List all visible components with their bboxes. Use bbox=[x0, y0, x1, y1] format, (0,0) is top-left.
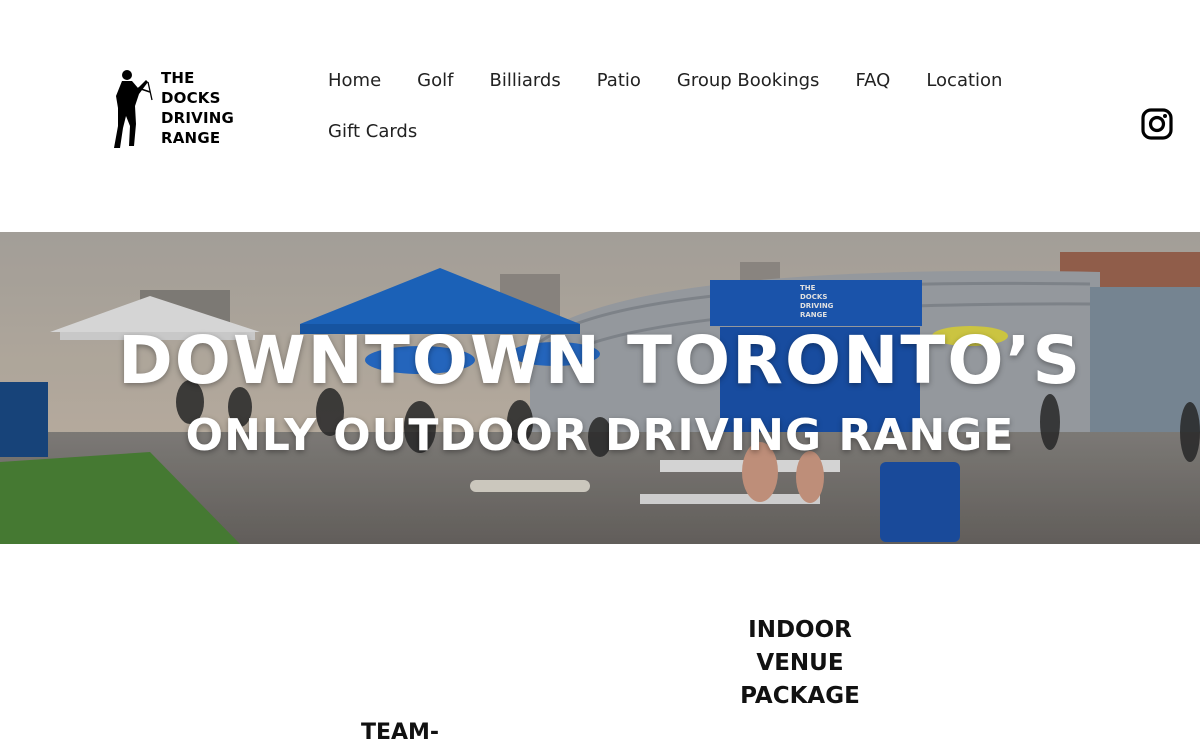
title-line: PACKAGE bbox=[740, 683, 860, 709]
logo-line: RANGE bbox=[161, 129, 221, 147]
nav-faq[interactable]: FAQ bbox=[855, 70, 890, 91]
hero-subheadline: ONLY OUTDOOR DRIVING RANGE bbox=[185, 410, 1015, 461]
golfer-silhouette-icon bbox=[114, 70, 153, 148]
title-line: VENUE bbox=[756, 650, 844, 676]
logo-line: DRIVING bbox=[161, 109, 235, 127]
nav-patio[interactable]: Patio bbox=[597, 70, 641, 91]
indoor-venue-package-title: INDOOR VENUE PACKAGE bbox=[700, 614, 900, 713]
logo-text: THE DOCKS DRIVING RANGE bbox=[161, 68, 234, 148]
site-header: THE DOCKS DRIVING RANGE Home Golf Billia… bbox=[0, 0, 1200, 232]
nav-row: Home Golf Billiards Patio Group Bookings… bbox=[328, 60, 1088, 100]
hero-headline: DOWNTOWN TORONTO’S bbox=[117, 322, 1083, 399]
nav-billiards[interactable]: Billiards bbox=[489, 70, 560, 91]
site-logo[interactable]: THE DOCKS DRIVING RANGE bbox=[108, 66, 248, 152]
nav-golf[interactable]: Golf bbox=[417, 70, 453, 91]
hero-banner: THE DOCKS DRIVING RANGE DOWNTOWN TORONTO… bbox=[0, 232, 1200, 544]
nav-gift-cards[interactable]: Gift Cards bbox=[328, 121, 417, 142]
main-nav: Home Golf Billiards Patio Group Bookings… bbox=[328, 60, 1088, 162]
team-title: TEAM- bbox=[360, 720, 440, 740]
logo-line: DOCKS bbox=[161, 89, 221, 107]
nav-group-bookings[interactable]: Group Bookings bbox=[677, 70, 820, 91]
title-line: INDOOR bbox=[748, 617, 852, 643]
nav-location[interactable]: Location bbox=[926, 70, 1002, 91]
logo-line: THE bbox=[161, 69, 195, 87]
instagram-icon[interactable] bbox=[1141, 108, 1173, 140]
nav-row: Gift Cards bbox=[328, 111, 1088, 151]
nav-home[interactable]: Home bbox=[328, 70, 381, 91]
